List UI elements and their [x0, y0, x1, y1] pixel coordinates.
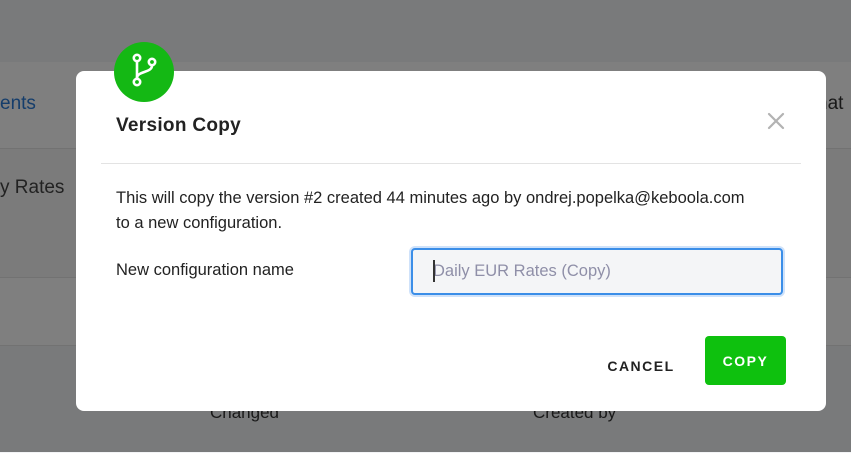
modal-message-line-1: This will copy the version #2 created 44…	[116, 189, 745, 207]
modal-title: Version Copy	[116, 115, 242, 136]
modal-badge	[114, 42, 174, 102]
text-caret	[433, 260, 435, 282]
cancel-button[interactable]: CANCEL	[601, 346, 681, 386]
configuration-name-label: New configuration name	[116, 261, 294, 279]
close-button[interactable]	[764, 109, 788, 133]
configuration-name-input[interactable]	[411, 248, 783, 295]
header-divider	[101, 163, 801, 164]
close-icon	[767, 112, 785, 130]
modal-message: This will copy the version #2 created 44…	[116, 186, 796, 236]
copy-button[interactable]: COPY	[705, 336, 786, 385]
version-copy-modal: Version Copy This will copy the version …	[76, 42, 826, 411]
branch-icon	[129, 52, 159, 92]
modal-message-line-2: to a new configuration.	[116, 214, 283, 232]
